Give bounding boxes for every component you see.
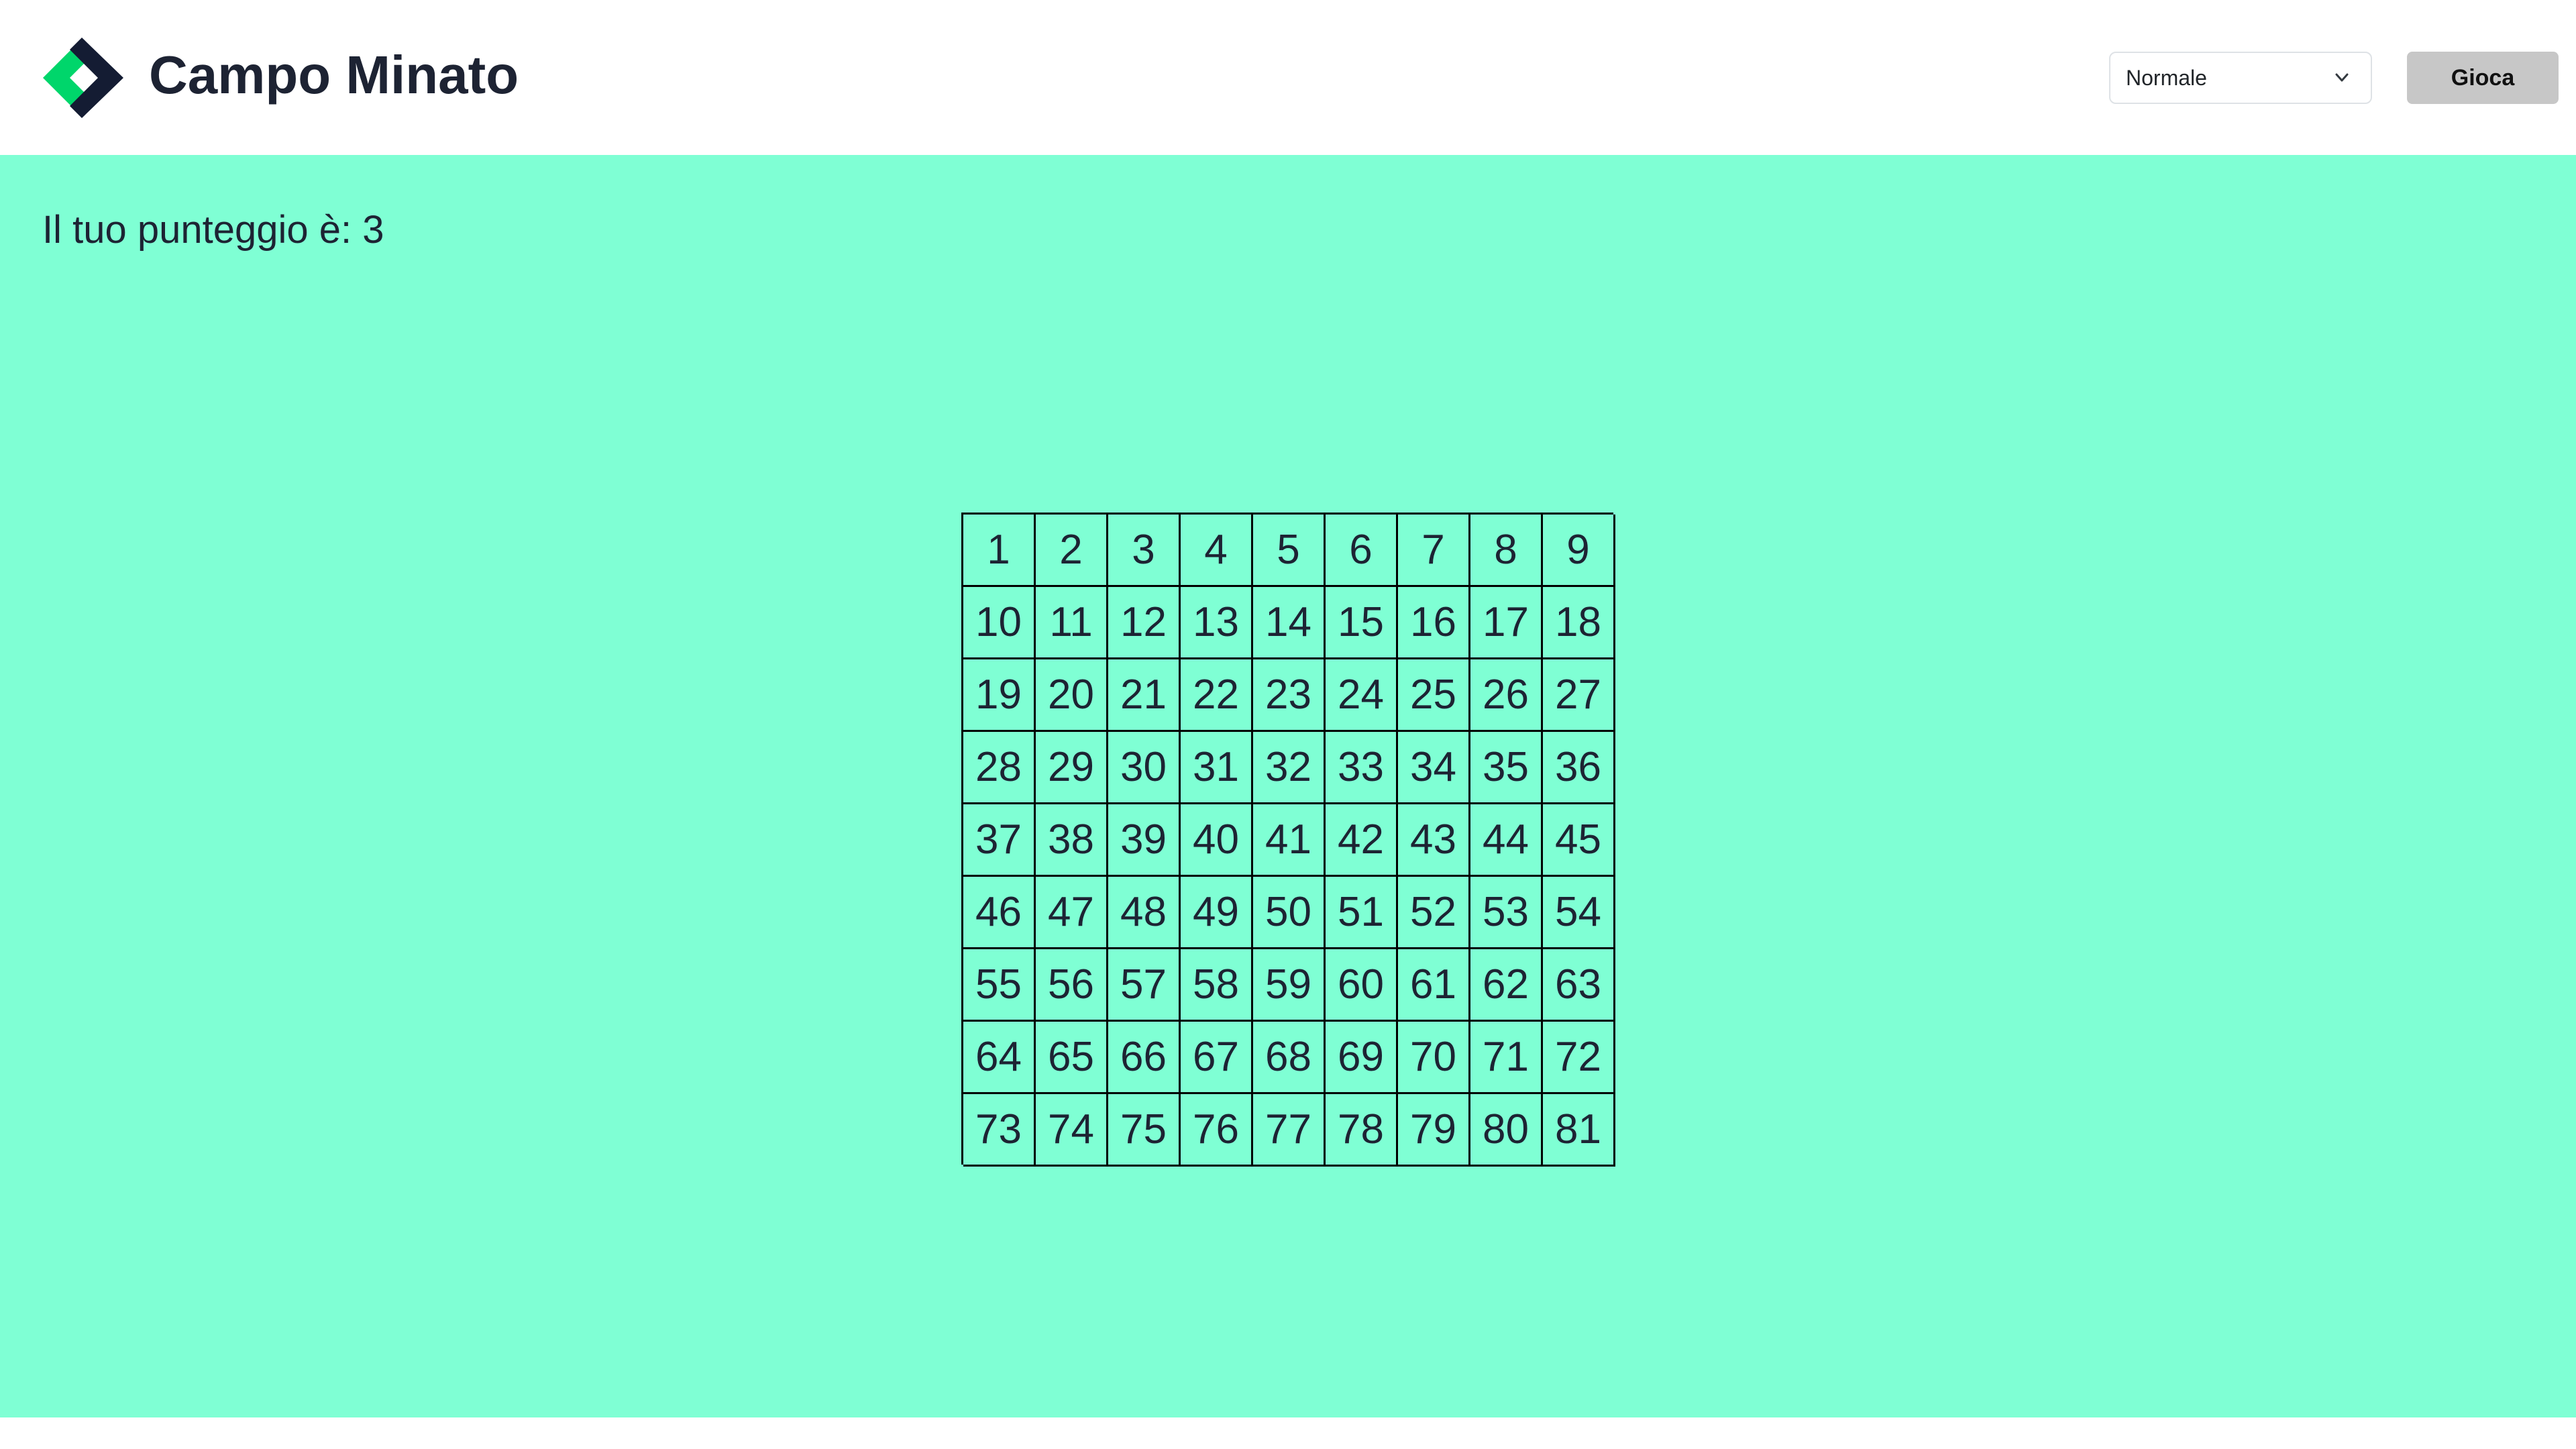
- grid-cell[interactable]: 73: [963, 1094, 1036, 1167]
- grid-cell[interactable]: 69: [1326, 1022, 1398, 1094]
- grid-cell[interactable]: 67: [1181, 1022, 1253, 1094]
- grid-cell[interactable]: 51: [1326, 877, 1398, 949]
- grid-cell[interactable]: 72: [1543, 1022, 1615, 1094]
- grid-cell[interactable]: 6: [1326, 515, 1398, 587]
- grid-cell[interactable]: 76: [1181, 1094, 1253, 1167]
- grid-cell[interactable]: 41: [1253, 804, 1326, 877]
- grid-cell[interactable]: 48: [1108, 877, 1181, 949]
- grid-cell[interactable]: 81: [1543, 1094, 1615, 1167]
- grid-cell[interactable]: 63: [1543, 949, 1615, 1022]
- grid-cell[interactable]: 2: [1036, 515, 1108, 587]
- grid-cell[interactable]: 47: [1036, 877, 1108, 949]
- grid-cell[interactable]: 32: [1253, 732, 1326, 804]
- grid-cell[interactable]: 59: [1253, 949, 1326, 1022]
- grid-cell[interactable]: 3: [1108, 515, 1181, 587]
- grid-cell[interactable]: 54: [1543, 877, 1615, 949]
- grid-cell[interactable]: 40: [1181, 804, 1253, 877]
- chevron-down-icon: [2330, 66, 2353, 89]
- grid-cell[interactable]: 25: [1398, 659, 1470, 732]
- grid-cell[interactable]: 1: [963, 515, 1036, 587]
- grid-cell[interactable]: 20: [1036, 659, 1108, 732]
- play-button[interactable]: Gioca: [2407, 52, 2559, 104]
- grid-cell[interactable]: 39: [1108, 804, 1181, 877]
- grid-cell[interactable]: 42: [1326, 804, 1398, 877]
- grid-cell[interactable]: 11: [1036, 587, 1108, 659]
- grid-cell[interactable]: 36: [1543, 732, 1615, 804]
- grid-cell[interactable]: 21: [1108, 659, 1181, 732]
- grid-cell[interactable]: 24: [1326, 659, 1398, 732]
- grid-cell[interactable]: 52: [1398, 877, 1470, 949]
- grid-cell[interactable]: 44: [1470, 804, 1543, 877]
- grid-cell[interactable]: 64: [963, 1022, 1036, 1094]
- grid-cell[interactable]: 15: [1326, 587, 1398, 659]
- grid-cell[interactable]: 43: [1398, 804, 1470, 877]
- grid-cell[interactable]: 61: [1398, 949, 1470, 1022]
- grid-cell[interactable]: 38: [1036, 804, 1108, 877]
- grid-cell[interactable]: 58: [1181, 949, 1253, 1022]
- diamond-logo-icon: [40, 35, 126, 121]
- grid-cell[interactable]: 78: [1326, 1094, 1398, 1167]
- grid-cell[interactable]: 23: [1253, 659, 1326, 732]
- grid-cell[interactable]: 55: [963, 949, 1036, 1022]
- grid-cell[interactable]: 46: [963, 877, 1036, 949]
- grid-cell[interactable]: 18: [1543, 587, 1615, 659]
- grid-cell[interactable]: 74: [1036, 1094, 1108, 1167]
- grid-cell[interactable]: 33: [1326, 732, 1398, 804]
- grid-cell[interactable]: 66: [1108, 1022, 1181, 1094]
- grid-cell[interactable]: 65: [1036, 1022, 1108, 1094]
- grid-cell[interactable]: 80: [1470, 1094, 1543, 1167]
- grid-cell[interactable]: 8: [1470, 515, 1543, 587]
- score-text: Il tuo punteggio è: 3: [42, 208, 384, 252]
- grid-cell[interactable]: 37: [963, 804, 1036, 877]
- footer-strip: [0, 1417, 2576, 1449]
- grid-cell[interactable]: 29: [1036, 732, 1108, 804]
- grid-cell[interactable]: 60: [1326, 949, 1398, 1022]
- grid-cell[interactable]: 70: [1398, 1022, 1470, 1094]
- grid-cell[interactable]: 17: [1470, 587, 1543, 659]
- grid-cell[interactable]: 26: [1470, 659, 1543, 732]
- grid-cell[interactable]: 50: [1253, 877, 1326, 949]
- grid-cell[interactable]: 10: [963, 587, 1036, 659]
- grid-cell[interactable]: 62: [1470, 949, 1543, 1022]
- grid-cell[interactable]: 30: [1108, 732, 1181, 804]
- grid-cell[interactable]: 45: [1543, 804, 1615, 877]
- grid-cell[interactable]: 77: [1253, 1094, 1326, 1167]
- grid-cell[interactable]: 19: [963, 659, 1036, 732]
- grid-cell[interactable]: 71: [1470, 1022, 1543, 1094]
- grid-cell[interactable]: 68: [1253, 1022, 1326, 1094]
- grid-cell[interactable]: 31: [1181, 732, 1253, 804]
- grid-cell[interactable]: 57: [1108, 949, 1181, 1022]
- difficulty-selected-value: Normale: [2126, 66, 2207, 90]
- grid-cell[interactable]: 9: [1543, 515, 1615, 587]
- game-area: Il tuo punteggio è: 3 1 2 3 4 5 6 7 8 9 10 11 12 13 1…: [0, 155, 2576, 1417]
- grid-cell[interactable]: 79: [1398, 1094, 1470, 1167]
- grid-cell[interactable]: 75: [1108, 1094, 1181, 1167]
- grid-cell[interactable]: 16: [1398, 587, 1470, 659]
- header: Campo Minato Normale Gioca: [0, 0, 2576, 155]
- grid-cell[interactable]: 12: [1108, 587, 1181, 659]
- grid-cell[interactable]: 27: [1543, 659, 1615, 732]
- minefield-grid: 1 2 3 4 5 6 7 8 9 10 11 12 13 14 15 16 17 18 19 20 21 22 23 24 2…: [961, 513, 1615, 1167]
- grid-cell[interactable]: 14: [1253, 587, 1326, 659]
- grid-cell[interactable]: 56: [1036, 949, 1108, 1022]
- grid-cell[interactable]: 4: [1181, 515, 1253, 587]
- grid-cell[interactable]: 53: [1470, 877, 1543, 949]
- difficulty-select[interactable]: Normale: [2109, 52, 2372, 104]
- app-title: Campo Minato: [149, 45, 519, 105]
- grid-cell[interactable]: 35: [1470, 732, 1543, 804]
- grid-cell[interactable]: 49: [1181, 877, 1253, 949]
- grid-cell[interactable]: 34: [1398, 732, 1470, 804]
- grid-cell[interactable]: 7: [1398, 515, 1470, 587]
- grid-cell[interactable]: 13: [1181, 587, 1253, 659]
- grid-cell[interactable]: 22: [1181, 659, 1253, 732]
- grid-cell[interactable]: 5: [1253, 515, 1326, 587]
- grid-cell[interactable]: 28: [963, 732, 1036, 804]
